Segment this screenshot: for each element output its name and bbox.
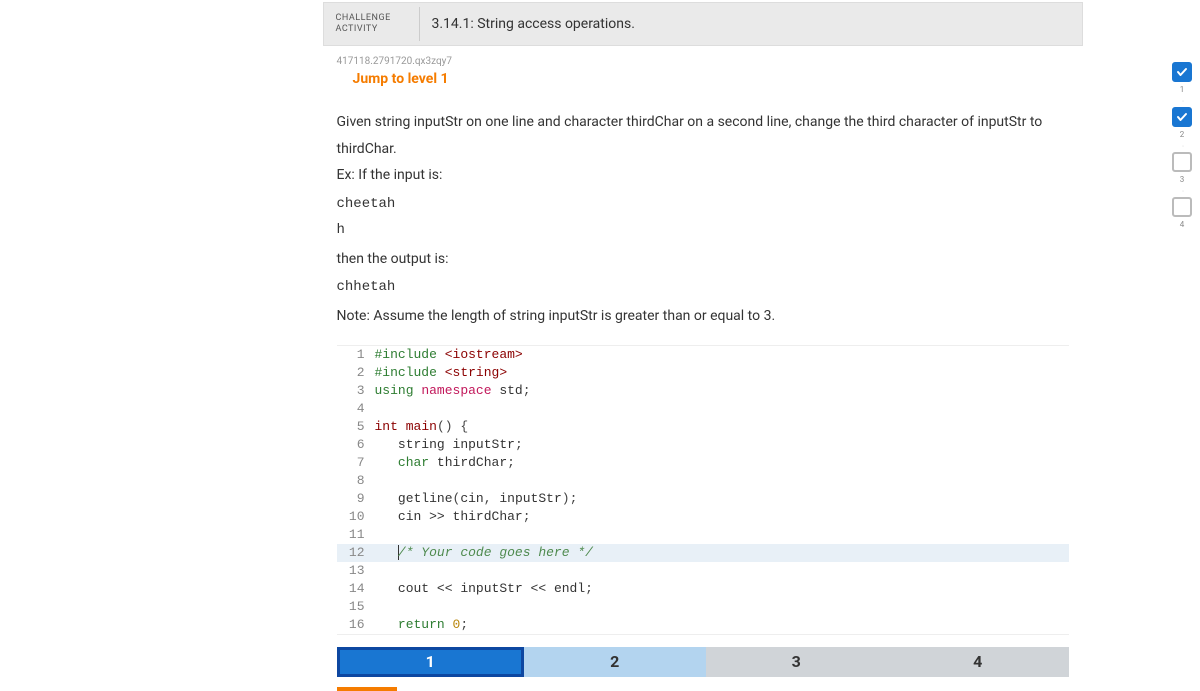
level-step-1[interactable]: 1 [337,647,525,677]
code-content[interactable]: getline(cin, inputStr); [375,490,578,508]
code-line[interactable]: 10 cin >> thirdChar; [337,508,1069,526]
progress-label: 1 [1180,85,1185,94]
code-content[interactable]: cout << inputStr << endl; [375,580,593,598]
prompt-paragraph: Given string inputStr on one line and ch… [337,109,1069,162]
bottom-accent-bar [337,687,397,691]
line-number: 14 [337,580,375,598]
code-content[interactable]: string inputStr; [375,436,523,454]
line-number: 16 [337,616,375,634]
code-line[interactable]: 7 char thirdChar; [337,454,1069,472]
code-content[interactable]: using namespace std; [375,382,531,400]
code-line[interactable]: 5int main() { [337,418,1069,436]
activity-badge: CHALLENGE ACTIVITY [324,7,420,41]
level-step-2[interactable]: 2 [524,647,706,677]
progress-box-2[interactable] [1172,107,1192,127]
code-line[interactable]: 3using namespace std; [337,382,1069,400]
code-line[interactable]: 9 getline(cin, inputStr); [337,490,1069,508]
line-number: 11 [337,526,375,544]
line-number: 2 [337,364,375,382]
line-number: 6 [337,436,375,454]
badge-line-1: CHALLENGE [336,13,407,24]
code-line[interactable]: 13 [337,562,1069,580]
example-input-line: h [337,219,1069,241]
prompt-text: Given string inputStr on one line and ch… [323,99,1083,339]
line-number: 7 [337,454,375,472]
code-line[interactable]: 11 [337,526,1069,544]
code-line[interactable]: 15 [337,598,1069,616]
progress-box-3[interactable] [1172,152,1192,172]
code-content[interactable]: /* Your code goes here */ [375,544,593,562]
code-content[interactable]: int main() { [375,418,469,436]
check-icon [1176,66,1188,78]
check-icon [1176,111,1188,123]
activity-header: CHALLENGE ACTIVITY 3.14.1: String access… [323,2,1083,46]
code-line[interactable]: 8 [337,472,1069,490]
prompt-paragraph: then the output is: [337,246,1069,273]
code-line[interactable]: 14 cout << inputStr << endl; [337,580,1069,598]
code-content[interactable]: return 0; [375,616,469,634]
line-number: 15 [337,598,375,616]
level-step-3[interactable]: 3 [706,647,888,677]
line-number: 4 [337,400,375,418]
code-line[interactable]: 12 /* Your code goes here */ [337,544,1069,562]
line-number: 3 [337,382,375,400]
code-content[interactable]: cin >> thirdChar; [375,508,531,526]
line-number: 13 [337,562,375,580]
code-line[interactable]: 2#include <string> [337,364,1069,382]
line-number: 12 [337,544,375,562]
line-number: 9 [337,490,375,508]
level-step-4[interactable]: 4 [887,647,1069,677]
code-line[interactable]: 4 [337,400,1069,418]
line-number: 1 [337,346,375,364]
level-stepper: 1234 [337,647,1069,677]
code-content[interactable]: #include <iostream> [375,346,523,364]
activity-container: CHALLENGE ACTIVITY 3.14.1: String access… [118,2,1083,691]
progress-box-4[interactable] [1172,197,1192,217]
progress-rail: 1·2·3·4 [1164,62,1200,232]
code-editor[interactable]: 1#include <iostream>2#include <string>3u… [337,345,1069,635]
code-line[interactable]: 6 string inputStr; [337,436,1069,454]
code-line[interactable]: 1#include <iostream> [337,346,1069,364]
line-number: 10 [337,508,375,526]
progress-label: 2 [1180,130,1185,139]
activity-meta-id: 417118.2791720.qx3zqy7 [323,46,1083,71]
jump-to-level-link[interactable]: Jump to level 1 [323,71,1083,99]
prompt-paragraph: Ex: If the input is: [337,162,1069,189]
prompt-note: Note: Assume the length of string inputS… [337,303,1069,330]
badge-line-2: ACTIVITY [336,24,407,35]
activity-title: 3.14.1: String access operations. [420,16,635,32]
example-input-line: cheetah [337,193,1069,215]
example-output-line: chhetah [337,276,1069,298]
progress-label: 4 [1180,220,1185,229]
line-number: 8 [337,472,375,490]
code-content[interactable]: char thirdChar; [375,454,515,472]
code-content[interactable]: #include <string> [375,364,508,382]
progress-box-1[interactable] [1172,62,1192,82]
progress-label: 3 [1180,175,1185,184]
code-line[interactable]: 16 return 0; [337,616,1069,634]
line-number: 5 [337,418,375,436]
